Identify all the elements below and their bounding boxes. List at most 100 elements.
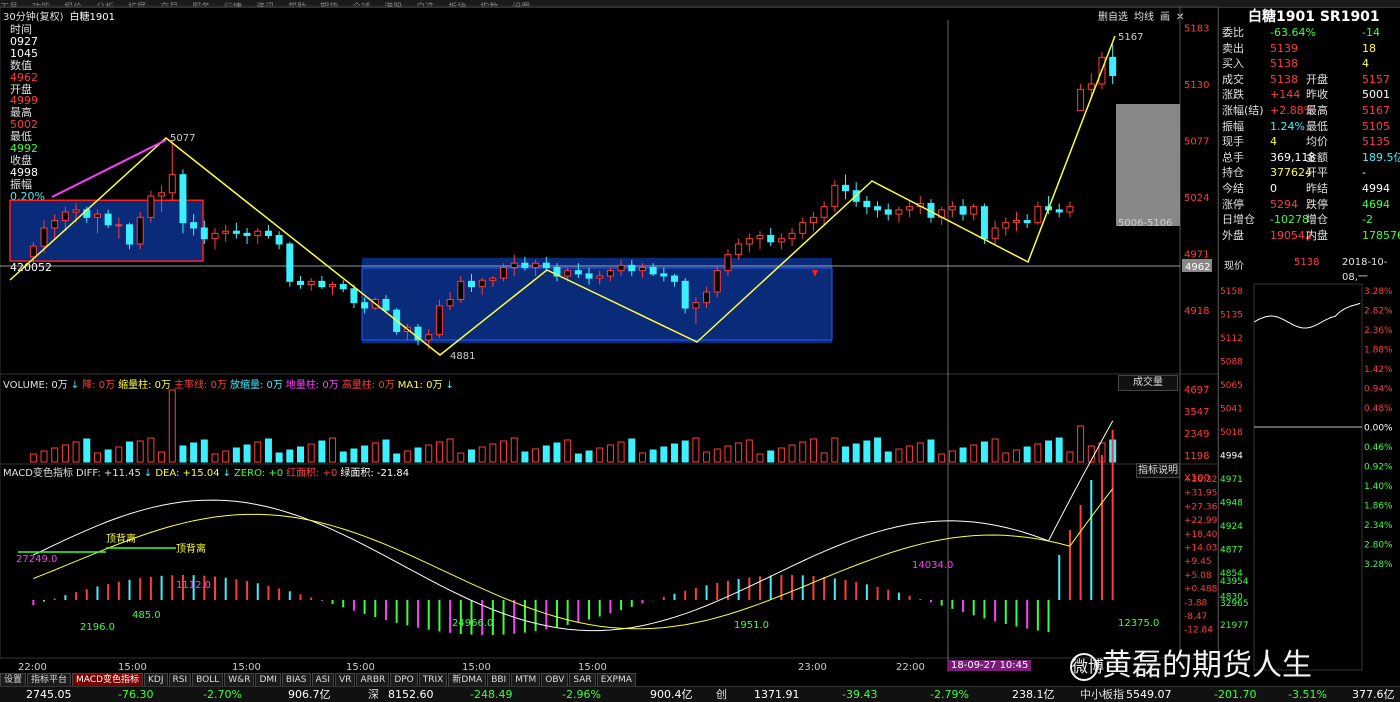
candle-body (821, 207, 827, 218)
quote-cell: 均价 (1306, 134, 1328, 150)
macd-histogram-bar (716, 583, 718, 600)
ticker-item: 238.1亿 (1012, 687, 1055, 702)
tab-16[interactable]: MTM (511, 673, 540, 687)
quote-cell: 178576 (1362, 228, 1400, 244)
tab-5[interactable]: BOLL (192, 673, 223, 687)
quote-row: 涨停5294跌停4694 (1222, 197, 1400, 213)
time-axis-label: 23:00 (798, 662, 827, 672)
macd-histogram-bar (396, 600, 398, 623)
indicator-help-button[interactable]: 指标说明 (1136, 463, 1180, 478)
tab-1[interactable]: 指标平台 (27, 673, 71, 687)
tab-8[interactable]: BIAS (282, 673, 311, 687)
volume-bar (84, 439, 90, 462)
macd-histogram-bar (214, 577, 216, 600)
candle-body (362, 303, 368, 308)
tab-18[interactable]: SAR (569, 673, 595, 687)
chart-canvas[interactable]: 5077488151675006-51065183513050775024497… (0, 0, 1218, 672)
tab-13[interactable]: TRIX (419, 673, 448, 687)
left-consolidation-box (10, 200, 203, 261)
mini-left-axis-label: 5018 (1220, 428, 1243, 438)
tab-12[interactable]: DPO (390, 673, 417, 687)
quote-row: 成交5138开盘5157 (1222, 72, 1400, 88)
macd-legend-item: 红面积: +0 (286, 468, 337, 479)
macd-histogram-bar (983, 600, 985, 618)
tab-2[interactable]: MACD变色指标 (72, 673, 143, 687)
price-axis-label: 5183 (1184, 23, 1209, 34)
ticker-item: 中小板指 (1080, 687, 1124, 702)
candle-body (639, 267, 645, 270)
volume-bar (436, 442, 442, 462)
ticker-item: 创 (716, 687, 727, 702)
candle-body (800, 223, 806, 234)
macd-legend-item: DIFF: +11.45 (76, 468, 141, 479)
volume-indicator-button[interactable]: 成交量 (1118, 375, 1178, 391)
tab-15[interactable]: BBI (487, 673, 510, 687)
gap-annotation: 5006-5106 (1118, 218, 1173, 229)
macd-histogram-bar (417, 600, 419, 628)
candle-body (330, 285, 336, 287)
volume-axis-label: 2349 (1184, 429, 1209, 440)
ticker-item: 377.6亿 (1352, 687, 1395, 702)
tab-7[interactable]: DMI (255, 673, 280, 687)
quote-cell: 持仓 (1222, 165, 1244, 181)
weibo-logo-icon: 微博 (1070, 653, 1098, 681)
macd-histogram-bar (438, 600, 440, 631)
volume-bar (127, 442, 133, 462)
volume-bar (52, 448, 58, 462)
tab-0[interactable]: 设置 (0, 673, 26, 687)
tab-4[interactable]: RSI (169, 673, 192, 687)
tab-14[interactable]: 新DMA (448, 673, 486, 687)
mini-left-axis-label: 5112 (1220, 334, 1243, 344)
candle-body (1013, 221, 1019, 223)
tab-6[interactable]: W&R (224, 673, 254, 687)
volume-bar (597, 448, 603, 462)
macd-histogram-bar (674, 594, 676, 600)
quote-cell: 0 (1270, 181, 1277, 197)
macd-histogram-bar (663, 597, 665, 600)
macd-annotation: 2196.0 (80, 622, 115, 633)
quote-row: 买入51384 (1222, 56, 1400, 72)
tab-9[interactable]: ASI (312, 673, 335, 687)
quote-row: 振幅1.24%最低5105 (1222, 119, 1400, 135)
tab-19[interactable]: EXPMA (597, 673, 636, 687)
candle-body (1035, 207, 1041, 223)
volume-bar (351, 449, 357, 462)
quote-cell: -63.64% (1270, 25, 1316, 41)
macd-histogram-bar (823, 577, 825, 600)
macd-histogram-bar (1101, 455, 1103, 600)
volume-bar (885, 452, 891, 462)
intraday-mini-chart[interactable]: 5158513551125088506550415018499449714948… (1218, 272, 1400, 672)
volume-bar (607, 445, 613, 462)
macd-histogram-bar (54, 598, 56, 600)
crosshair-date-badge: 18-09-27 10:45 (948, 660, 1031, 671)
quote-cell: 金额 (1306, 150, 1328, 166)
tab-11[interactable]: ARBR (356, 673, 389, 687)
ticker-item: -2.70% (203, 687, 242, 702)
macd-axis-label: +31.95 (1184, 489, 1217, 499)
macd-annotation: 顶背离 (176, 542, 206, 555)
macd-histogram-bar (1026, 600, 1028, 629)
ticker-item: -2.79% (930, 687, 969, 702)
mini-right-axis-label: 0.48% (1364, 404, 1393, 414)
volume-legend-item: ↓ (71, 380, 79, 391)
tab-10[interactable]: VR (335, 673, 355, 687)
volume-bar (736, 443, 742, 462)
quote-cell: 涨幅(结) (1222, 103, 1264, 119)
macd-axis-label: +14.03 (1184, 544, 1217, 554)
macd-histogram-bar (567, 600, 569, 625)
volume-bar (682, 441, 688, 462)
volume-bar (810, 439, 816, 462)
ticker-item: 900.4亿 (650, 687, 693, 702)
time-axis-label: 22:00 (18, 662, 47, 672)
candle-body (981, 207, 987, 239)
macd-histogram-bar (225, 578, 227, 600)
macd-legend-item: 绿面积: -21.84 (340, 468, 409, 479)
tab-17[interactable]: OBV (541, 673, 568, 687)
macd-histogram-bar (86, 589, 88, 600)
candle-body (949, 207, 955, 210)
watermark-text: 黄磊的期货人生 (1102, 648, 1312, 683)
quote-cell: 5167 (1362, 103, 1390, 119)
ticker-item: 深 (368, 687, 379, 702)
indicator-tabs: 设置指标平台MACD变色指标KDJRSIBOLLW&RDMIBIASASIVRA… (0, 672, 700, 686)
tab-3[interactable]: KDJ (144, 673, 168, 687)
